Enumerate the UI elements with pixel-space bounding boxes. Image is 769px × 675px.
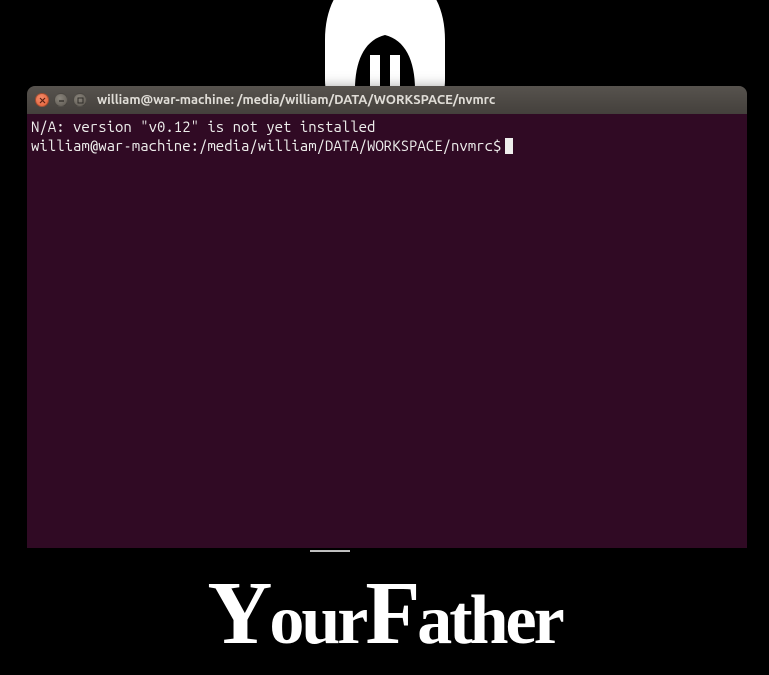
terminal-window: william@war-machine: /media/william/DATA… xyxy=(27,86,747,548)
maximize-button[interactable] xyxy=(73,93,87,107)
minimize-button[interactable] xyxy=(54,93,68,107)
terminal-cursor xyxy=(505,138,513,154)
wallpaper-text: YourFather xyxy=(207,562,561,665)
terminal-content[interactable]: N/A: version "v0.12" is not yet installe… xyxy=(27,114,747,548)
window-title: william@war-machine: /media/william/DATA… xyxy=(97,93,495,107)
terminal-prompt-line: william@war-machine:/media/william/DATA/… xyxy=(31,137,743,156)
close-button[interactable] xyxy=(35,93,49,107)
window-titlebar[interactable]: william@war-machine: /media/william/DATA… xyxy=(27,86,747,114)
window-controls xyxy=(35,93,87,107)
terminal-prompt: william@war-machine:/media/william/DATA/… xyxy=(31,137,501,156)
wallpaper-decorative-line xyxy=(310,550,350,552)
terminal-output-line: N/A: version "v0.12" is not yet installe… xyxy=(31,118,743,137)
wallpaper-text-segment: ather xyxy=(417,582,561,659)
wallpaper-text-segment: our xyxy=(269,582,365,659)
